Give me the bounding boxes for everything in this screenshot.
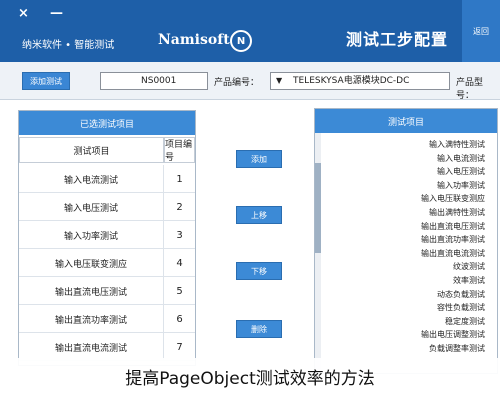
table-row[interactable]: 输入功率测试 3 [19, 221, 195, 249]
close-icon[interactable]: × [18, 6, 29, 21]
list-item[interactable]: 输出直流功率测试 [335, 234, 485, 248]
column-header-index: 项目编号 [164, 137, 195, 163]
row-test-index: 4 [176, 257, 183, 269]
list-item[interactable]: 动态负载测试 [335, 289, 485, 303]
window-title: 测试工步配置 [346, 30, 449, 49]
table-row[interactable]: 输入电压测试 2 [19, 193, 195, 221]
model-select-value: TELESKYSA电源模块DC-DC [293, 76, 410, 86]
column-header-name: 测试项目 [19, 137, 164, 163]
row-test-index: 2 [176, 201, 183, 213]
list-item[interactable]: 输入满特性测试 [335, 139, 485, 153]
add-test-button[interactable]: 添加测试 [22, 72, 70, 90]
list-item[interactable]: 输出电压调整测试 [335, 329, 485, 343]
row-test-index: 5 [176, 285, 183, 297]
row-test-name: 输出直流功率测试 [19, 305, 164, 333]
available-tests-header: 测试项目 [315, 109, 497, 133]
list-item[interactable]: 输入电流测试 [335, 153, 485, 167]
scrollbar[interactable] [315, 133, 321, 373]
model-label: 产品型号： [456, 78, 484, 101]
selected-tests-header: 已选测试项目 [19, 111, 195, 135]
app-subtitle: 纳米软件 • 智能测试 [22, 40, 115, 51]
title-bar: × — 纳米软件 • 智能测试 Namisoft N 测试工步配置 返回 [0, 0, 500, 62]
row-test-name: 输出直流电压测试 [19, 277, 164, 305]
row-test-name: 输出直流电流测试 [19, 333, 164, 361]
row-test-index: 7 [176, 341, 183, 353]
list-item[interactable]: 输出满特性测试 [335, 207, 485, 221]
caption-text: 提高PageObject测试效率的方法 [125, 369, 375, 389]
list-item[interactable]: 输出直流电压测试 [335, 221, 485, 235]
row-test-index: 3 [176, 229, 183, 241]
table-row[interactable]: 输入电压联变测应 4 [19, 249, 195, 277]
minimize-icon[interactable]: — [50, 6, 63, 21]
list-item[interactable]: 输入功率测试 [335, 180, 485, 194]
scrollbar-thumb[interactable] [315, 163, 321, 253]
serial-number-input[interactable]: NS0001 [100, 72, 208, 90]
add-button[interactable]: 添加 [236, 150, 282, 168]
logo-icon: N [230, 30, 252, 52]
serial-number-label: 产品编号： [214, 78, 260, 88]
available-tests-list: 输入满特性测试 输入电流测试 输入电压测试 输入功率测试 输入电压联变测应 输出… [335, 139, 485, 357]
row-test-name: 输入电流测试 [19, 165, 164, 193]
list-item[interactable]: 输入电压联变测应 [335, 193, 485, 207]
list-item[interactable]: 效率测试 [335, 275, 485, 289]
list-item[interactable]: 稳定度测试 [335, 316, 485, 330]
list-item[interactable]: 负载调整率测试 [335, 343, 485, 357]
delete-button[interactable]: 删除 [236, 320, 282, 338]
model-select[interactable]: ▼ TELESKYSA电源模块DC-DC [270, 72, 450, 90]
available-tests-panel: 测试项目 输入满特性测试 输入电流测试 输入电压测试 输入功率测试 输入电压联变… [314, 108, 498, 374]
table-row[interactable]: 输出直流功率测试 6 [19, 305, 195, 333]
list-item[interactable]: 输入电压测试 [335, 166, 485, 180]
row-test-name: 输入电压联变测应 [19, 249, 164, 277]
row-test-name: 输入功率测试 [19, 221, 164, 249]
list-item[interactable]: 输出直流电流测试 [335, 248, 485, 262]
row-test-name: 输入电压测试 [19, 193, 164, 221]
row-test-index: 1 [176, 173, 183, 185]
back-button[interactable]: 返回 [462, 0, 500, 62]
table-row[interactable]: 输入电流测试 1 [19, 165, 195, 193]
toolbar: 添加测试 NS0001 产品编号： ▼ TELESKYSA电源模块DC-DC 产… [0, 62, 500, 101]
brand-name: Namisoft [158, 32, 230, 48]
list-item[interactable]: 容性负载测试 [335, 302, 485, 316]
table-row[interactable]: 输出直流电流测试 7 [19, 333, 195, 361]
selected-tests-panel: 已选测试项目 测试项目 项目编号 输入电流测试 1 输入电压测试 2 输入功率测… [18, 110, 196, 366]
list-item[interactable]: 纹波测试 [335, 261, 485, 275]
chevron-down-icon[interactable]: ▼ [276, 73, 282, 89]
row-test-index: 6 [176, 313, 183, 325]
move-up-button[interactable]: 上移 [236, 206, 282, 224]
table-row[interactable]: 输出直流电压测试 5 [19, 277, 195, 305]
move-down-button[interactable]: 下移 [236, 262, 282, 280]
